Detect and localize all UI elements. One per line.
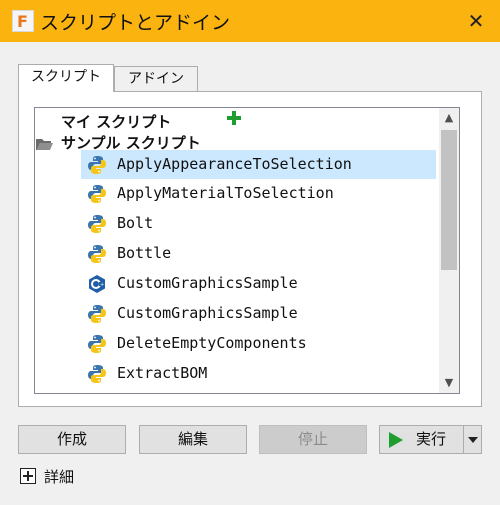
run-options-dropdown[interactable] (463, 425, 482, 454)
script-item-label: ExtractBOM (117, 364, 208, 382)
script-item-label: ApplyMaterialToSelection (117, 184, 334, 202)
run-button-label: 実行 (416, 430, 447, 448)
my-scripts-label: マイ スクリプト (61, 113, 172, 131)
script-item[interactable]: Bolt (81, 209, 436, 238)
script-item-label: Bolt (117, 214, 154, 232)
play-icon (389, 432, 403, 448)
python-icon (88, 156, 106, 174)
script-item-label: DeleteEmptyComponents (117, 334, 307, 352)
cpp-icon: ++ (89, 275, 107, 293)
stop-button[interactable]: 停止 (259, 425, 367, 454)
python-icon (88, 185, 106, 203)
script-item[interactable]: CustomGraphicsSample (81, 299, 436, 328)
scroll-down-icon[interactable]: ▼ (439, 373, 459, 393)
folder-open-icon (36, 139, 53, 150)
script-item[interactable]: ++ CustomGraphicsSample (81, 269, 436, 298)
tab-addins[interactable]: アドイン (114, 66, 198, 92)
script-item[interactable]: ExtractBOM (81, 359, 436, 388)
python-icon (88, 215, 106, 233)
edit-button[interactable]: 編集 (139, 425, 247, 454)
python-icon (88, 245, 106, 263)
title-bar: F スクリプトとアドイン ✕ (0, 0, 500, 42)
script-item-label: Bottle (117, 244, 172, 262)
close-icon[interactable]: ✕ (464, 10, 488, 34)
python-icon (88, 335, 106, 353)
script-item[interactable]: ApplyAppearanceToSelection (81, 150, 436, 179)
script-list[interactable]: マイ スクリプト サンプル スクリプト ApplyAppearanceToSel… (34, 107, 460, 394)
script-item[interactable]: Bottle (81, 239, 436, 268)
list-scrollbar[interactable]: ▲ ▼ (439, 108, 459, 393)
window-title: スクリプトとアドイン (40, 12, 231, 34)
expand-details-icon[interactable] (20, 468, 36, 484)
create-button[interactable]: 作成 (18, 425, 126, 454)
svg-text:++: ++ (100, 282, 107, 288)
script-item[interactable]: ApplyMaterialToSelection (81, 179, 436, 208)
python-icon (88, 365, 106, 383)
script-item-label: CustomGraphicsSample (117, 304, 298, 322)
my-scripts-node[interactable]: マイ スクリプト (61, 111, 171, 132)
run-button[interactable]: 実行 (379, 425, 463, 454)
script-item-label: ApplyAppearanceToSelection (117, 155, 352, 173)
python-icon (88, 305, 106, 323)
details-label[interactable]: 詳細 (44, 466, 74, 487)
add-script-icon[interactable] (227, 111, 241, 125)
script-item-label: CustomGraphicsSample (117, 274, 298, 292)
scroll-thumb[interactable] (441, 130, 457, 270)
scroll-up-icon[interactable]: ▲ (439, 108, 459, 128)
tab-scripts[interactable]: スクリプト (18, 64, 114, 92)
chevron-down-icon (468, 437, 478, 443)
script-item[interactable]: DeleteEmptyComponents (81, 329, 436, 358)
app-logo-icon: F (12, 10, 34, 32)
